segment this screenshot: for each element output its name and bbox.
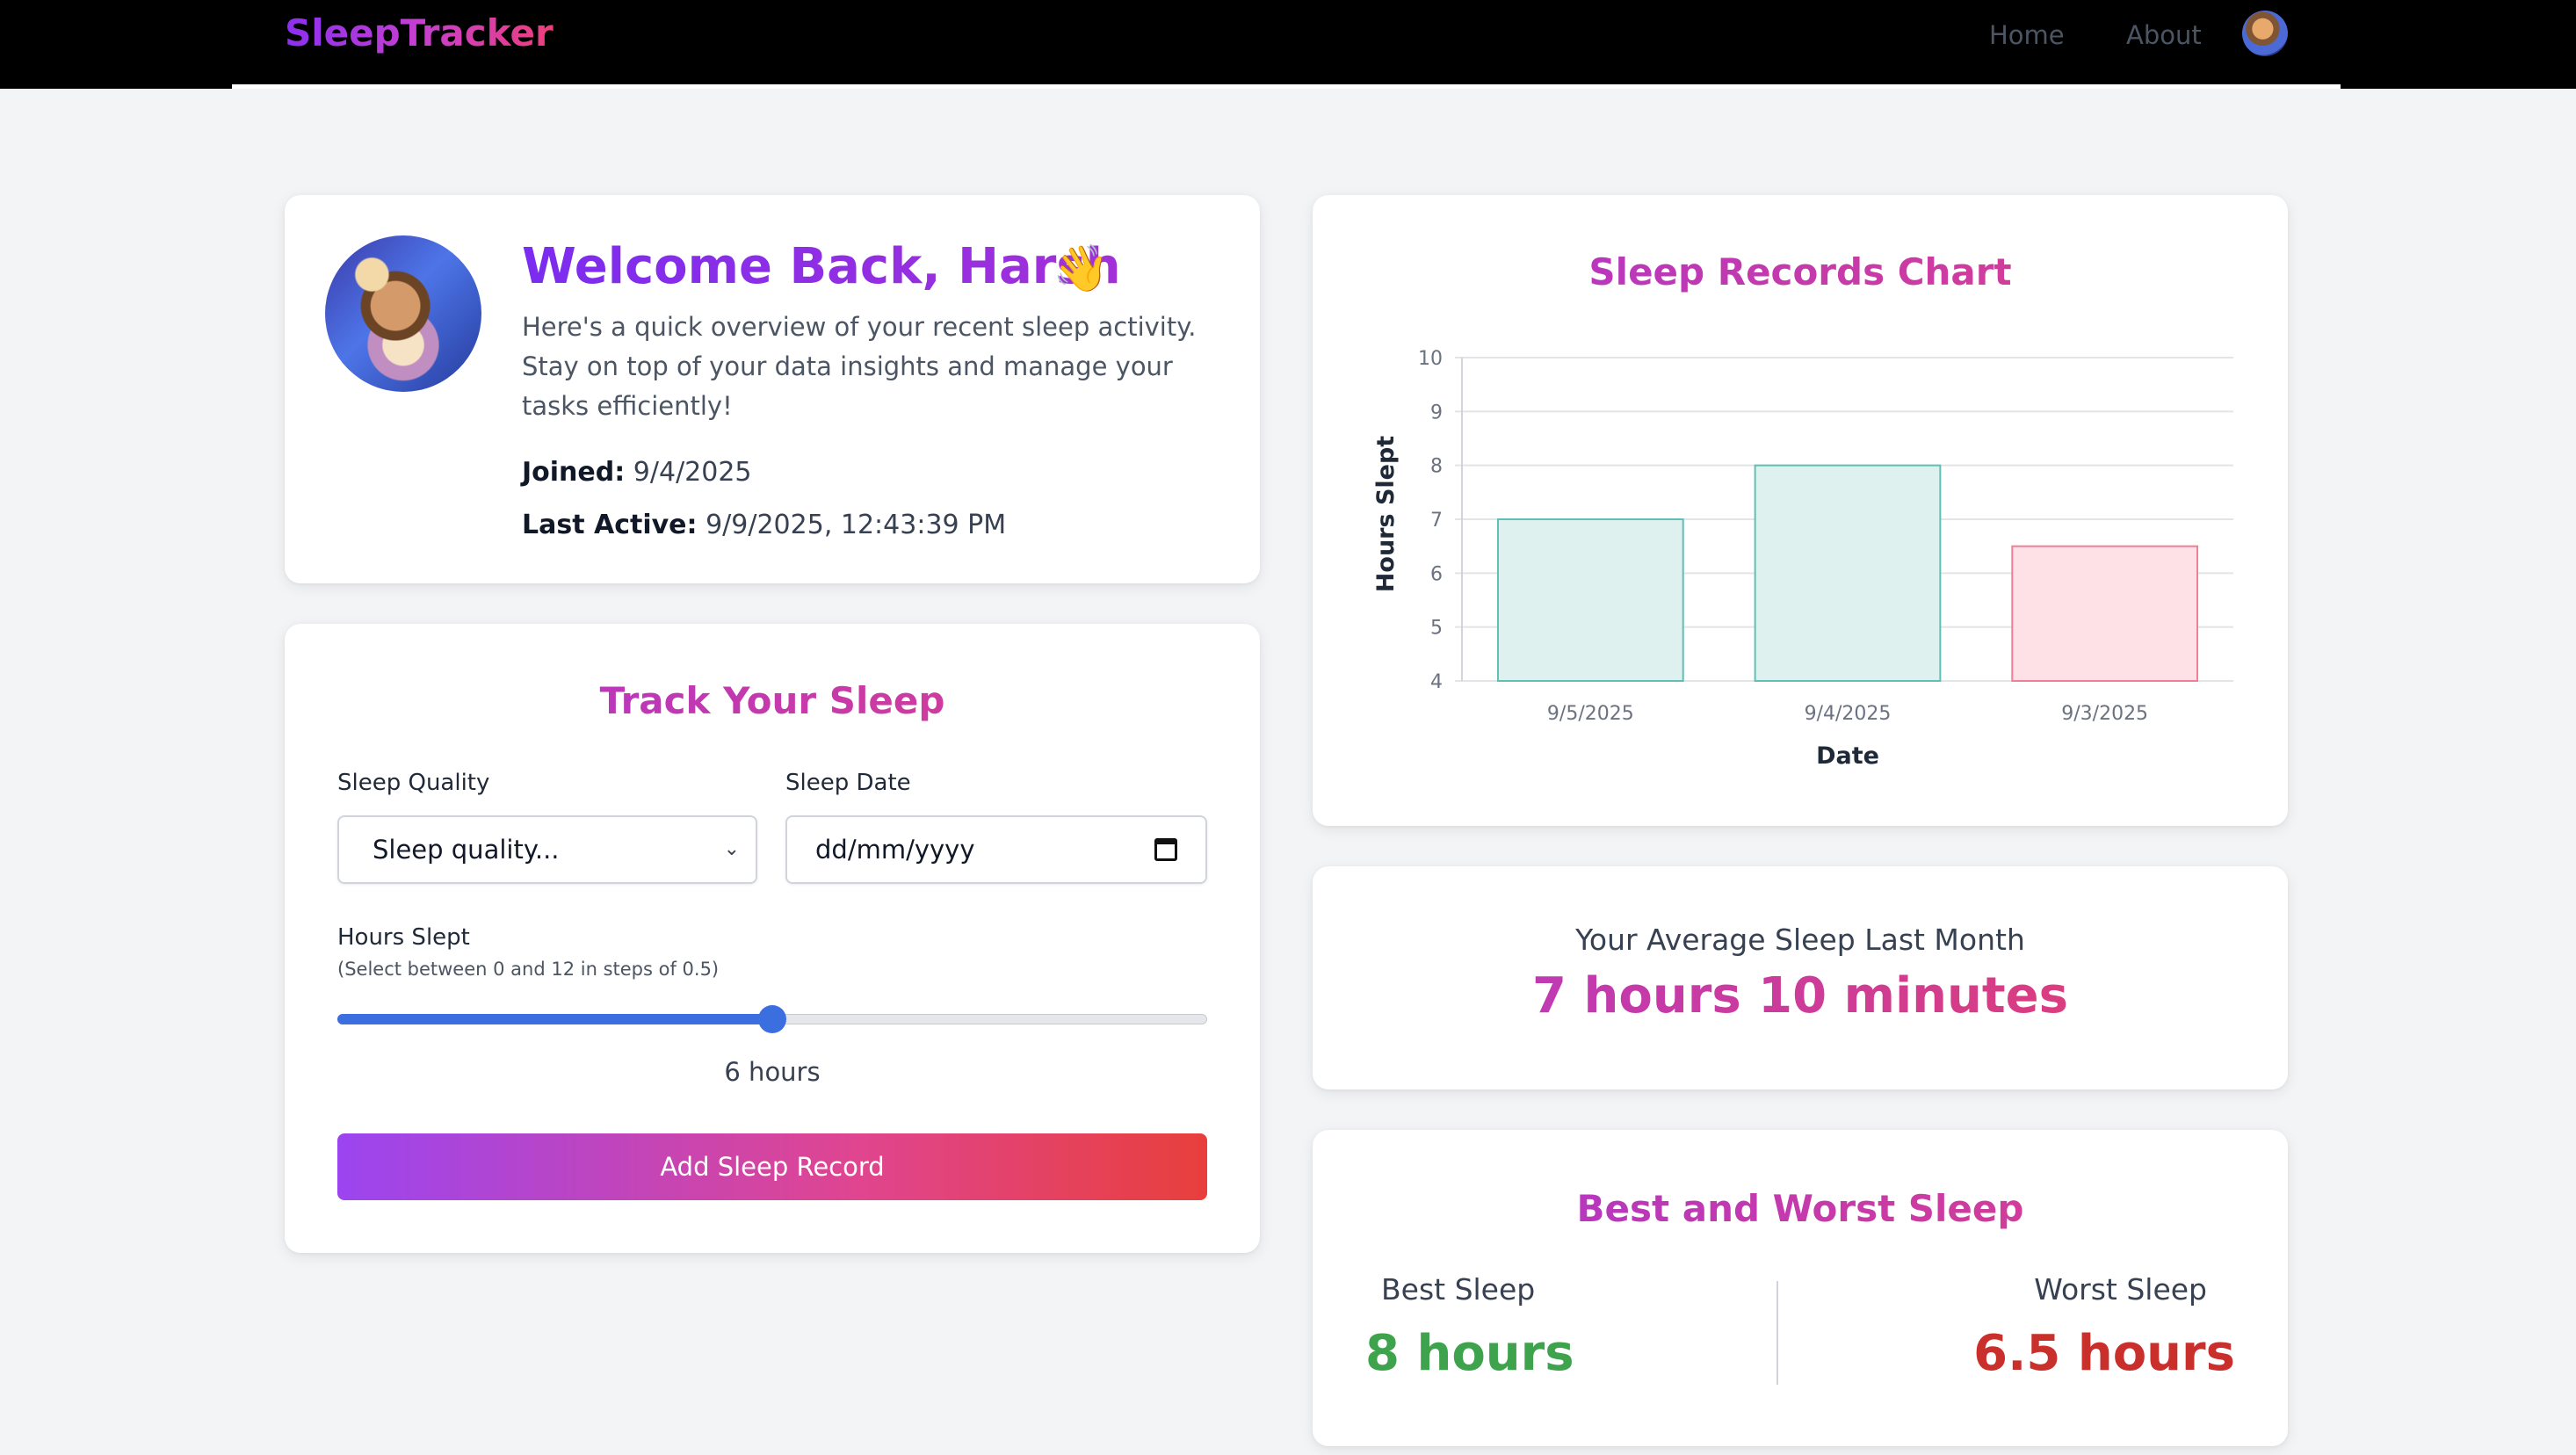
joined-label: Joined: [522, 457, 626, 488]
waving-hand-icon: 👋 [1053, 242, 1110, 295]
best-worst-divider [1776, 1281, 1778, 1385]
hours-slider-thumb[interactable] [758, 1005, 786, 1033]
x-tick-label: 9/4/2025 [1805, 703, 1892, 725]
user-avatar-button[interactable] [2242, 11, 2288, 56]
best-sleep-value: 8 hours [1365, 1325, 1574, 1382]
welcome-card: Welcome Back, Harsh 👋 Here's a quick ove… [285, 195, 1260, 583]
y-tick-label: 10 [1418, 348, 1443, 370]
y-tick-label: 5 [1430, 618, 1443, 640]
y-tick-label: 7 [1430, 510, 1443, 532]
brand-logo[interactable]: SleepTracker [285, 9, 554, 58]
sleep-quality-label: Sleep Quality [337, 770, 490, 796]
y-tick-label: 4 [1430, 671, 1443, 693]
track-sleep-title: Track Your Sleep [285, 677, 1260, 726]
worst-sleep-label: Worst Sleep [2034, 1272, 2207, 1307]
last-active-value: 9/9/2025, 12:43:39 PM [706, 510, 1007, 540]
y-tick-label: 9 [1430, 402, 1443, 423]
chevron-down-icon: ⌄ [723, 838, 740, 860]
hours-slept-value: 6 hours [724, 1057, 821, 1087]
chart-bar [1496, 518, 1684, 682]
joined-info: Joined: 9/4/2025 [522, 453, 752, 492]
add-sleep-record-button[interactable]: Add Sleep Record [337, 1133, 1207, 1200]
welcome-heading: Welcome Back, Harsh [522, 234, 1121, 300]
x-axis-title: Date [1816, 742, 1879, 770]
y-axis-title: Hours Slept [1372, 436, 1400, 592]
y-tick-label: 6 [1430, 563, 1443, 585]
x-tick-label: 9/5/2025 [1547, 703, 1634, 725]
last-active-label: Last Active: [522, 510, 698, 540]
sleep-date-label: Sleep Date [785, 770, 911, 796]
sleep-quality-selected: Sleep quality... [373, 835, 560, 865]
x-tick-label: 9/3/2025 [2061, 703, 2148, 725]
sleep-quality-select[interactable]: Sleep quality... ⌄ [337, 815, 757, 884]
last-active-info: Last Active: 9/9/2025, 12:43:39 PM [522, 506, 1006, 545]
best-sleep-label: Best Sleep [1381, 1272, 1536, 1307]
worst-sleep-value: 6.5 hours [1973, 1325, 2235, 1382]
chart-bar [1754, 464, 1942, 682]
best-worst-title: Best and Worst Sleep [1313, 1184, 2288, 1234]
overview-text: Here's a quick overview of your recent s… [522, 312, 1197, 421]
sleep-date-input[interactable]: dd/mm/yyyy [785, 815, 1207, 884]
navbar-divider [232, 84, 2341, 89]
hours-slept-hint: (Select between 0 and 12 in steps of 0.5… [337, 959, 720, 980]
sleep-chart-card: Sleep Records Chart 4 5 6 7 8 9 10 9/5/2025 9/4/… [1313, 195, 2288, 826]
average-sleep-value: 7 hours 10 minutes [1313, 963, 2288, 1030]
nav-link-about[interactable]: About [2126, 18, 2202, 53]
y-tick-label: 8 [1430, 456, 1443, 478]
sleep-date-placeholder: dd/mm/yyyy [815, 835, 975, 865]
sleep-records-chart: 4 5 6 7 8 9 10 9/5/2025 9/4/2025 9/3/2025 Date Hour… [1372, 348, 2233, 770]
average-sleep-card: Your Average Sleep Last Month 7 hours 10… [1313, 866, 2288, 1089]
top-navbar: SleepTracker Home About [0, 0, 2576, 89]
hours-slept-label: Hours Slept [337, 924, 470, 951]
hours-slider-fill [337, 1014, 772, 1024]
nav-link-home[interactable]: Home [1989, 18, 2065, 53]
average-sleep-label: Your Average Sleep Last Month [1575, 923, 2025, 957]
calendar-icon[interactable] [1154, 838, 1177, 861]
best-worst-card: Best and Worst Sleep Best Sleep 8 hours … [1313, 1130, 2288, 1446]
chart-bar [2011, 545, 2199, 682]
joined-value: 9/4/2025 [633, 457, 752, 488]
profile-avatar [325, 235, 481, 392]
track-sleep-card: Track Your Sleep Sleep Quality Sleep Dat… [285, 624, 1260, 1253]
